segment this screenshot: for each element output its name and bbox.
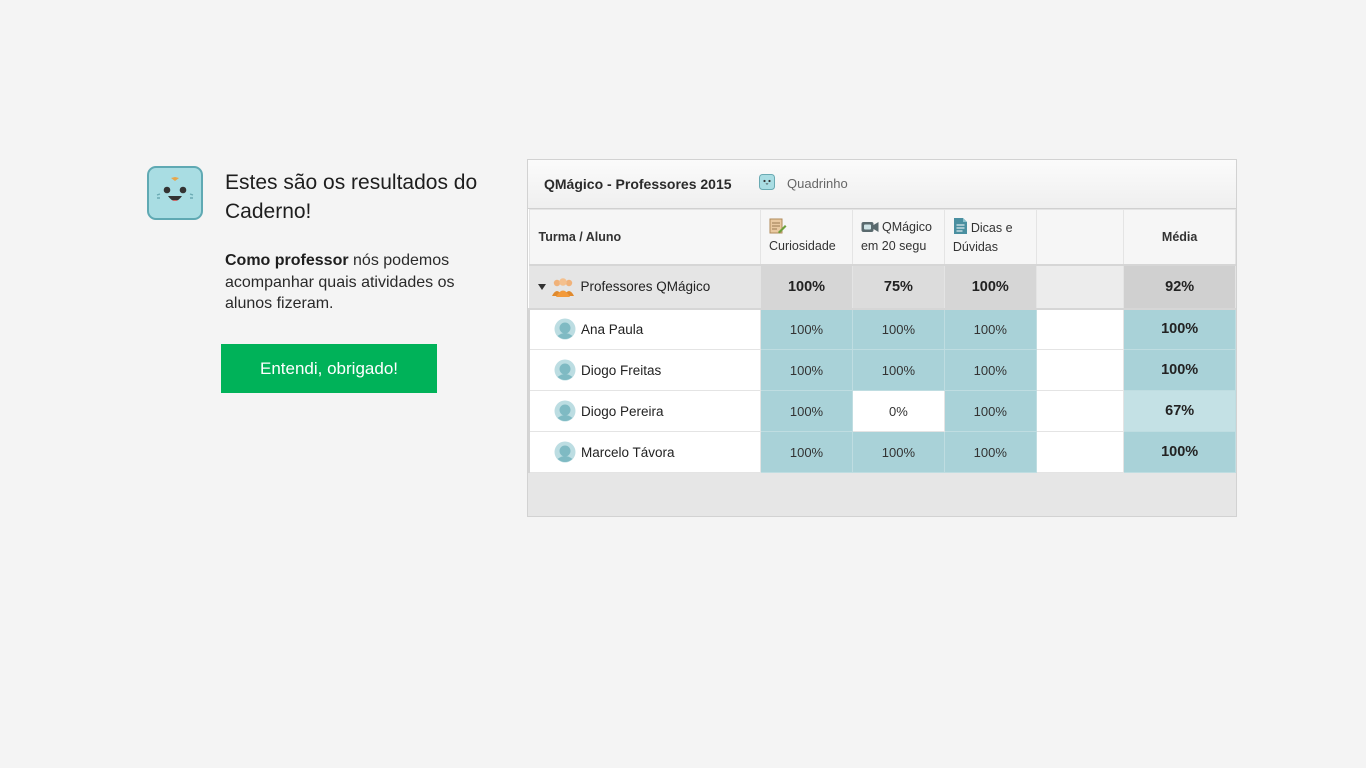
notebook-label: Quadrinho (787, 176, 848, 191)
column-header-qmagico-20[interactable]: QMágico em 20 segu (851, 209, 945, 266)
document-activity-icon (953, 217, 967, 234)
table-row[interactable]: Ana Paula 100% 100% 100% 100% (528, 308, 1236, 350)
group-name: Professores QMágico (580, 279, 711, 294)
intro-description: Como professor nós podemos acompanhar qu… (225, 250, 485, 315)
group-average-cell[interactable]: 92% (1123, 264, 1236, 310)
group-row[interactable]: Professores QMágico 100% 75% 100% 92% (528, 264, 1236, 310)
score-cell[interactable]: 100% (760, 349, 853, 391)
collapse-caret-icon[interactable] (537, 283, 546, 290)
empty-cell (1035, 349, 1125, 391)
student-name: Diogo Freitas (581, 362, 662, 378)
empty-cell (1035, 390, 1125, 432)
user-avatar-icon (554, 359, 576, 381)
notebook-mascot-icon (147, 166, 203, 220)
intro-description-bold: Como professor (225, 252, 349, 269)
table-row[interactable]: Diogo Freitas 100% 100% 100% 100% (528, 349, 1236, 391)
average-cell[interactable]: 100% (1123, 308, 1236, 350)
score-cell[interactable]: 100% (851, 349, 945, 391)
group-score-cell[interactable]: 100% (760, 264, 853, 310)
empty-cell (1035, 308, 1125, 350)
column-header-empty (1035, 209, 1125, 266)
class-title: QMágico - Professores 2015 (544, 176, 732, 192)
panel-header: QMágico - Professores 2015 Quadrinho (528, 160, 1236, 209)
intro-title: Estes são os resultados do Caderno! (225, 171, 478, 223)
column-header-curiosidade[interactable]: Curiosidade (760, 209, 853, 266)
video-activity-icon (861, 221, 879, 232)
user-avatar-icon (554, 400, 576, 422)
student-name-cell[interactable]: Marcelo Távora (528, 431, 762, 473)
empty-cell (1035, 264, 1125, 310)
table-row[interactable]: Marcelo Távora 100% 100% 100% 100% (528, 431, 1236, 473)
score-cell[interactable]: 100% (760, 431, 853, 473)
score-cell[interactable]: 100% (943, 431, 1037, 473)
group-score-cell[interactable]: 75% (851, 264, 945, 310)
score-cell[interactable]: 0% (851, 390, 945, 432)
score-cell[interactable]: 100% (851, 431, 945, 473)
empty-cell (1035, 431, 1125, 473)
score-cell[interactable]: 100% (760, 390, 853, 432)
score-cell[interactable]: 100% (943, 390, 1037, 432)
quadrinho-icon (759, 174, 775, 190)
score-cell[interactable]: 100% (760, 308, 853, 350)
group-users-icon (551, 277, 574, 297)
column-header-student[interactable]: Turma / Aluno (528, 209, 762, 266)
text-activity-icon (769, 218, 787, 234)
score-cell[interactable]: 100% (943, 349, 1037, 391)
student-name-cell[interactable]: Ana Paula (528, 308, 762, 350)
user-avatar-icon (554, 441, 576, 463)
results-panel: QMágico - Professores 2015 Quadrinho Tur… (527, 159, 1237, 517)
student-name: Diogo Pereira (581, 403, 664, 419)
student-name-cell[interactable]: Diogo Pereira (528, 390, 762, 432)
score-cell[interactable]: 100% (943, 308, 1037, 350)
user-avatar-icon (554, 318, 576, 340)
student-name: Marcelo Távora (581, 444, 675, 460)
activity-label: Curiosidade (769, 238, 836, 253)
table-header-row: Turma / Aluno Curiosidade QMágico em 20 … (528, 209, 1236, 266)
average-cell[interactable]: 100% (1123, 349, 1236, 391)
average-cell[interactable]: 67% (1123, 390, 1236, 432)
student-name-cell[interactable]: Diogo Freitas (528, 349, 762, 391)
group-score-cell[interactable]: 100% (943, 264, 1037, 310)
score-cell[interactable]: 100% (851, 308, 945, 350)
group-name-cell[interactable]: Professores QMágico (528, 264, 762, 310)
average-cell[interactable]: 100% (1123, 431, 1236, 473)
student-name: Ana Paula (581, 321, 644, 337)
column-header-dicas[interactable]: Dicas e Dúvidas (943, 209, 1037, 266)
results-table: Turma / Aluno Curiosidade QMágico em 20 … (528, 209, 1236, 473)
table-row[interactable]: Diogo Pereira 100% 0% 100% 67% (528, 390, 1236, 432)
column-header-average[interactable]: Média (1123, 209, 1236, 266)
understood-button[interactable]: Entendi, obrigado! (221, 344, 437, 393)
